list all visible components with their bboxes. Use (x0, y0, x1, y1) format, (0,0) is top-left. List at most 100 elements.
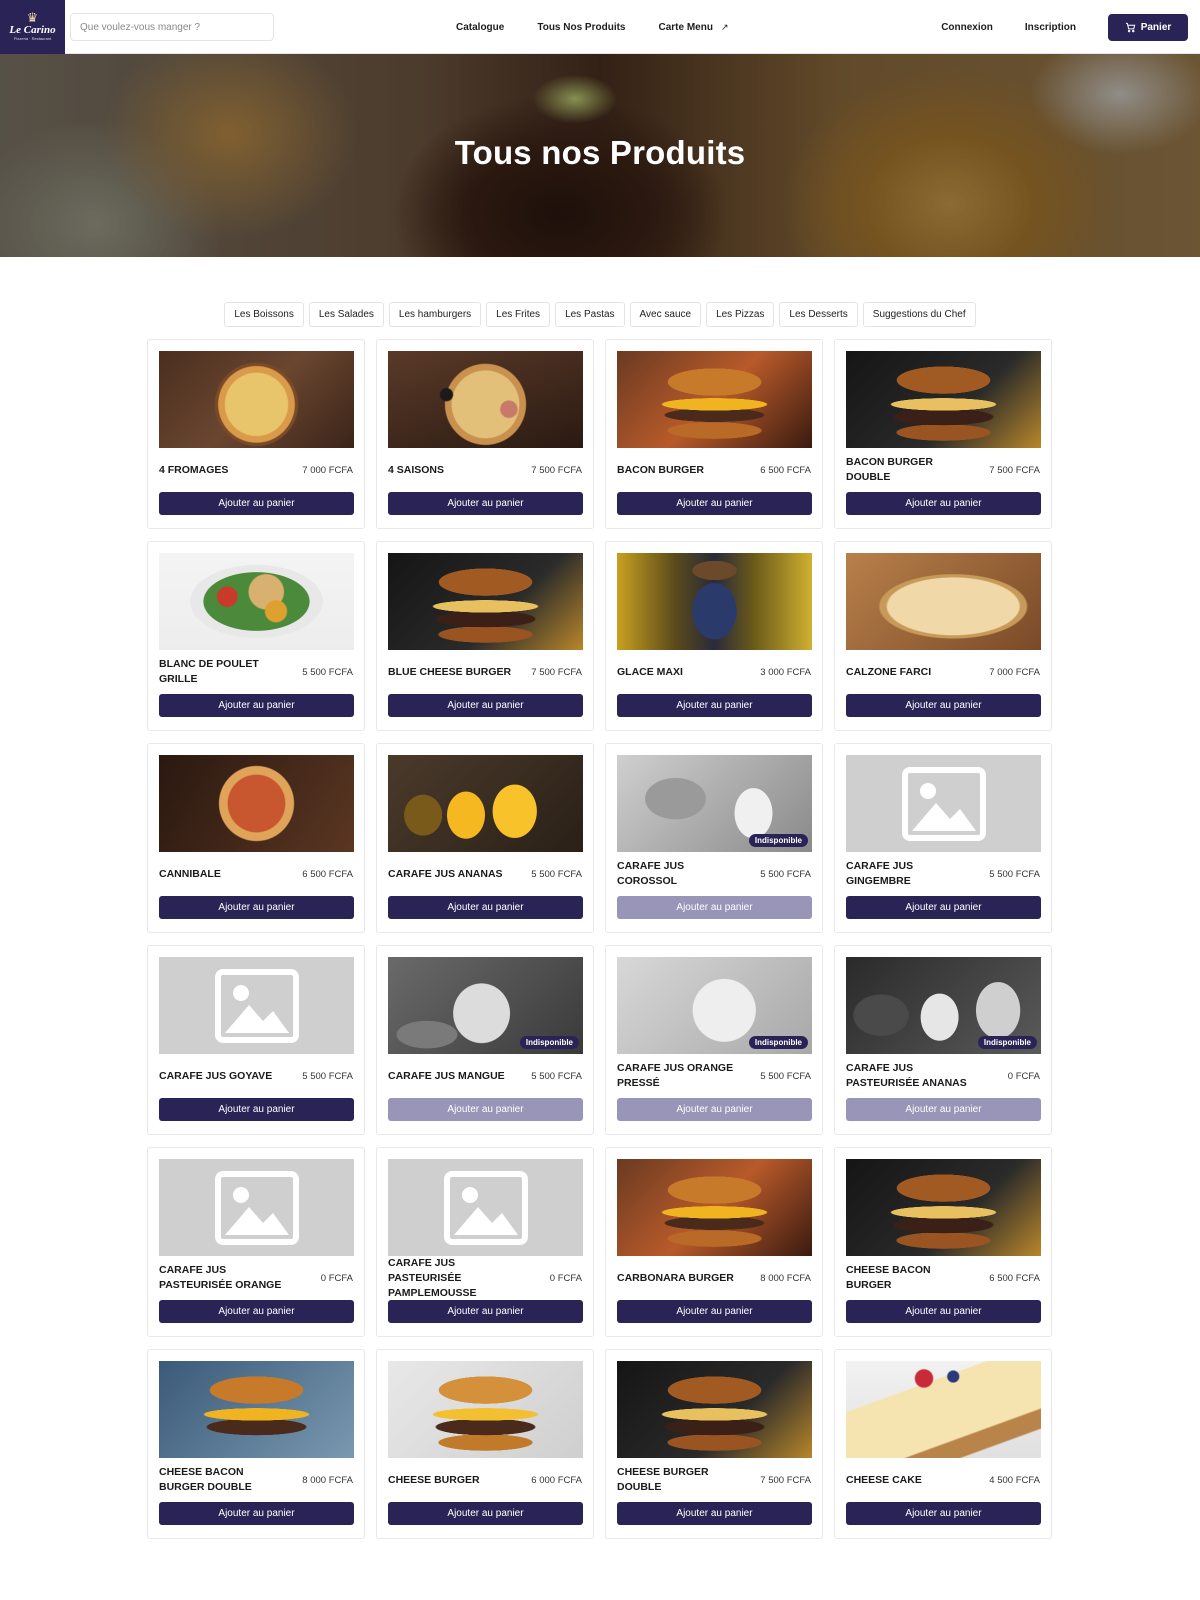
product-image[interactable] (159, 755, 354, 852)
add-to-cart-button[interactable]: Ajouter au panier (159, 492, 354, 515)
search-input[interactable] (80, 21, 273, 33)
product-image[interactable] (388, 1159, 583, 1256)
add-to-cart-button[interactable]: Ajouter au panier (159, 896, 354, 919)
add-to-cart-button[interactable]: Ajouter au panier (388, 694, 583, 717)
add-to-cart-button[interactable]: Ajouter au panier (846, 896, 1041, 919)
product-card[interactable]: Indisponible CARAFE JUS MANGUE 5 500 FCFA A… (376, 945, 594, 1135)
add-to-cart-button[interactable]: Ajouter au panier (617, 694, 812, 717)
product-image[interactable] (846, 351, 1041, 448)
product-image[interactable] (617, 1361, 812, 1458)
product-card[interactable]: Indisponible CARAFE JUS ORANGE PRESSÉ 5 50… (605, 945, 823, 1135)
register-link[interactable]: Inscription (1025, 22, 1076, 33)
product-card[interactable]: CARAFE JUS PASTEURISÉE PAMPLEMOUSSE 0 FCF… (376, 1147, 594, 1337)
product-card[interactable]: CANNIBALE 6 500 FCFA Ajouter au panier (147, 743, 365, 933)
cart-button[interactable]: Panier (1108, 13, 1188, 41)
product-image[interactable]: Indisponible (388, 957, 583, 1054)
main-nav: Catalogue Tous Nos Produits Carte Menu ↗ (456, 0, 762, 54)
filter-chip[interactable]: Avec sauce (629, 302, 702, 327)
product-image[interactable] (617, 553, 812, 650)
brand-logo[interactable]: ♛ Le Carino Pizzeria · Restaurant (0, 0, 65, 54)
product-image[interactable] (388, 351, 583, 448)
product-image[interactable] (617, 1159, 812, 1256)
product-image[interactable] (159, 957, 354, 1054)
cart-icon (1125, 22, 1135, 32)
add-to-cart-button[interactable]: Ajouter au panier (846, 1502, 1041, 1525)
add-to-cart-button[interactable]: Ajouter au panier (846, 492, 1041, 515)
login-link[interactable]: Connexion (941, 22, 993, 33)
product-image[interactable] (388, 755, 583, 852)
product-card[interactable]: CALZONE FARCI 7 000 FCFA Ajouter au panier (834, 541, 1052, 731)
product-card[interactable]: 4 FROMAGES 7 000 FCFA Ajouter au panier (147, 339, 365, 529)
add-to-cart-button[interactable]: Ajouter au panier (388, 896, 583, 919)
add-to-cart-button[interactable]: Ajouter au panier (159, 1502, 354, 1525)
product-card[interactable]: GLACE MAXI 3 000 FCFA Ajouter au panier (605, 541, 823, 731)
nav-all-products[interactable]: Tous Nos Produits (537, 22, 625, 33)
nav-catalogue[interactable]: Catalogue (456, 22, 504, 33)
search-box[interactable] (70, 13, 274, 41)
product-card[interactable]: CHEESE BURGER DOUBLE 7 500 FCFA Ajouter au… (605, 1349, 823, 1539)
product-image[interactable]: Indisponible (617, 755, 812, 852)
product-card[interactable]: CARBONARA BURGER 8 000 FCFA Ajouter au pan… (605, 1147, 823, 1337)
product-card[interactable]: BLUE CHEESE BURGER 7 500 FCFA Ajouter au p… (376, 541, 594, 731)
product-image[interactable] (846, 755, 1041, 852)
nav-menu-card-label: Carte Menu (658, 21, 713, 33)
unavailable-badge: Indisponible (519, 1036, 579, 1049)
add-to-cart-button[interactable]: Ajouter au panier (617, 1502, 812, 1525)
add-to-cart-button[interactable]: Ajouter au panier (846, 694, 1041, 717)
add-to-cart-button[interactable]: Ajouter au panier (617, 1300, 812, 1323)
product-image[interactable] (159, 1361, 354, 1458)
add-to-cart-button[interactable]: Ajouter au panier (159, 1098, 354, 1121)
product-image[interactable]: Indisponible (617, 957, 812, 1054)
product-card[interactable]: CARAFE JUS PASTEURISÉE ORANGE 0 FCFA Ajout… (147, 1147, 365, 1337)
add-to-cart-button[interactable]: Ajouter au panier (388, 1300, 583, 1323)
product-card[interactable]: CARAFE JUS GOYAVE 5 500 FCFA Ajouter au pa… (147, 945, 365, 1135)
product-image[interactable] (846, 1159, 1041, 1256)
add-to-cart-button[interactable]: Ajouter au panier (617, 1098, 812, 1121)
product-photo (159, 755, 354, 852)
filter-chip[interactable]: Les Pastas (555, 302, 625, 327)
add-to-cart-button[interactable]: Ajouter au panier (617, 896, 812, 919)
filter-chip[interactable]: Les Desserts (779, 302, 858, 327)
add-to-cart-button[interactable]: Ajouter au panier (159, 694, 354, 717)
filter-chip[interactable]: Les Pizzas (706, 302, 775, 327)
product-card[interactable]: BACON BURGER 6 500 FCFA Ajouter au panier (605, 339, 823, 529)
product-image[interactable] (159, 1159, 354, 1256)
add-to-cart-button[interactable]: Ajouter au panier (846, 1300, 1041, 1323)
product-image[interactable] (846, 553, 1041, 650)
filter-chip[interactable]: Les Boissons (224, 302, 304, 327)
add-to-cart-button[interactable]: Ajouter au panier (388, 492, 583, 515)
product-image[interactable] (159, 553, 354, 650)
product-price: 5 500 FCFA (531, 868, 582, 880)
product-image[interactable]: Indisponible (846, 957, 1041, 1054)
add-to-cart-button[interactable]: Ajouter au panier (388, 1098, 583, 1121)
product-card[interactable]: Indisponible CARAFE JUS PASTEURISÉE ANANA… (834, 945, 1052, 1135)
add-to-cart-button[interactable]: Ajouter au panier (846, 1098, 1041, 1121)
product-card[interactable]: CHEESE BURGER 6 000 FCFA Ajouter au panier (376, 1349, 594, 1539)
product-card[interactable]: CHEESE BACON BURGER DOUBLE 8 000 FCFA Ajou… (147, 1349, 365, 1539)
filter-chip[interactable]: Les hamburgers (388, 302, 482, 327)
add-to-cart-button[interactable]: Ajouter au panier (159, 1300, 354, 1323)
product-card[interactable]: CHEESE BACON BURGER 6 500 FCFA Ajouter au … (834, 1147, 1052, 1337)
external-link-icon: ↗ (720, 21, 729, 32)
nav-menu-card[interactable]: Carte Menu ↗ (659, 22, 729, 33)
product-name: CARAFE JUS ANANAS (388, 867, 503, 880)
filter-chip[interactable]: Les Frites (486, 302, 551, 327)
product-image[interactable] (617, 351, 812, 448)
add-to-cart-button[interactable]: Ajouter au panier (388, 1502, 583, 1525)
product-card[interactable]: Indisponible CARAFE JUS COROSSOL 5 500 FCF… (605, 743, 823, 933)
product-image[interactable] (846, 1361, 1041, 1458)
product-card[interactable]: CHEESE CAKE 4 500 FCFA Ajouter au panier (834, 1349, 1052, 1539)
product-card[interactable]: BLANC DE POULET GRILLE 5 500 FCFA Ajouter … (147, 541, 365, 731)
filter-chip[interactable]: Suggestions du Chef (862, 302, 976, 327)
product-price: 8 000 FCFA (760, 1272, 811, 1284)
product-image[interactable] (388, 1361, 583, 1458)
product-card[interactable]: CARAFE JUS ANANAS 5 500 FCFA Ajouter au pa… (376, 743, 594, 933)
product-card[interactable]: 4 SAISONS 7 500 FCFA Ajouter au panier (376, 339, 594, 529)
filter-chip[interactable]: Les Salades (308, 302, 384, 327)
product-image[interactable] (388, 553, 583, 650)
product-image[interactable] (159, 351, 354, 448)
product-price: 4 500 FCFA (989, 1474, 1040, 1486)
add-to-cart-button[interactable]: Ajouter au panier (617, 492, 812, 515)
product-card[interactable]: CARAFE JUS GINGEMBRE 5 500 FCFA Ajouter au… (834, 743, 1052, 933)
product-card[interactable]: BACON BURGER DOUBLE 7 500 FCFA Ajouter au … (834, 339, 1052, 529)
